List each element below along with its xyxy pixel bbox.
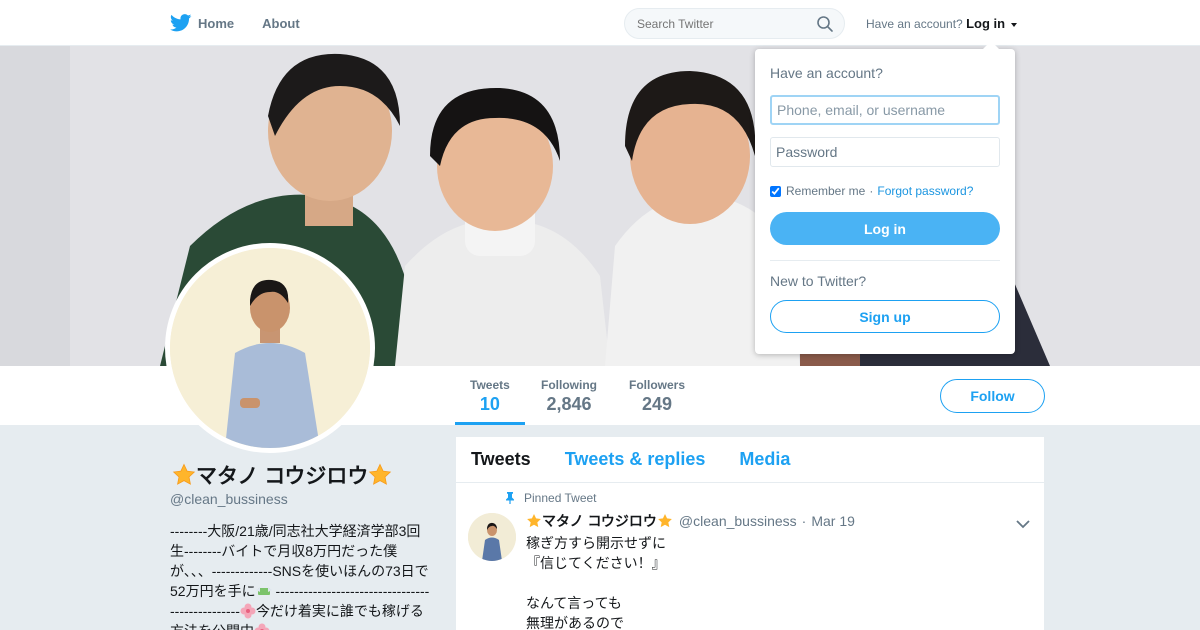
search-icon[interactable] <box>816 15 834 33</box>
tweet-handle[interactable]: @clean_bussiness <box>679 513 797 529</box>
stat-following[interactable]: Following 2,846 <box>541 378 597 415</box>
stat-tweets[interactable]: Tweets 10 <box>455 378 525 425</box>
money-wings-emoji-icon <box>255 587 272 595</box>
caret-down-icon[interactable] <box>1011 22 1018 27</box>
divider <box>770 260 1000 261</box>
remember-separator: · <box>869 184 874 198</box>
star-emoji-icon <box>658 514 672 528</box>
profile-name-text: マタノ コウジロウ <box>196 465 369 488</box>
pinned-indicator: Pinned Tweet <box>504 491 597 505</box>
nav-left: Home About <box>170 0 328 46</box>
chevron-down-icon[interactable] <box>1016 519 1030 529</box>
have-account-label: Have an account? <box>866 17 963 31</box>
password-field[interactable] <box>770 137 1000 167</box>
pin-icon <box>506 492 514 504</box>
star-emoji-icon <box>527 514 541 528</box>
profile-name[interactable]: マタノ コウジロウ <box>172 460 392 490</box>
stat-value: 249 <box>641 394 673 414</box>
twitter-bird-icon <box>170 14 192 32</box>
login-button[interactable]: Log in <box>770 212 1000 245</box>
star-emoji-icon <box>369 463 392 485</box>
profile-handle[interactable]: @clean_bussiness <box>170 491 288 507</box>
login-dropdown-toggle[interactable]: Have an account? Log in <box>866 16 1018 31</box>
stat-value: 10 <box>479 394 500 414</box>
top-navigation-bar: Home About Have an account? Log in <box>0 0 1200 46</box>
tweet-date[interactable]: Mar 19 <box>811 513 855 529</box>
tweet-author[interactable]: マタノ コウジロウ <box>526 511 673 531</box>
tweet-text: 稼ぎ方すら開示せずに 『信じてください！』 なんて言っても 無理があるので <box>526 535 666 630</box>
forgot-password-link[interactable]: Forgot password? <box>877 184 973 198</box>
star-emoji-icon <box>172 463 196 485</box>
search-box <box>624 8 845 39</box>
username-field[interactable] <box>770 95 1000 125</box>
home-label: Home <box>198 15 235 31</box>
timeline-tabs: Tweets Tweets & replies Media <box>456 437 1044 483</box>
tweet-author-name: マタノ コウジロウ <box>542 513 657 529</box>
tweet-avatar-photo <box>468 513 516 561</box>
flower-emoji-icon <box>254 623 270 630</box>
avatar[interactable] <box>165 243 375 453</box>
flower-emoji-icon <box>240 603 256 619</box>
new-to-twitter-label: New to Twitter? <box>770 273 867 289</box>
stat-followers[interactable]: Followers 249 <box>629 378 685 415</box>
pinned-label: Pinned Tweet <box>524 491 597 505</box>
dropdown-title: Have an account? <box>770 65 883 81</box>
follow-button[interactable]: Follow <box>940 379 1045 413</box>
remember-me-checkbox[interactable] <box>770 185 781 197</box>
home-link[interactable]: Home <box>170 14 234 32</box>
stat-label: Following <box>541 378 597 392</box>
tweet-header: マタノ コウジロウ @clean_bussiness · Mar 19 <box>526 511 855 531</box>
tweet-avatar[interactable] <box>468 513 516 561</box>
tweet-dot: · <box>801 513 807 529</box>
signup-button[interactable]: Sign up <box>770 300 1000 333</box>
tab-media[interactable]: Media <box>739 449 790 470</box>
login-dropdown: Have an account? Remember me · Forgot pa… <box>755 41 1015 354</box>
about-link[interactable]: About <box>262 16 300 31</box>
tab-tweets[interactable]: Tweets <box>471 449 531 470</box>
remember-row: Remember me · Forgot password? <box>770 184 973 198</box>
stat-label: Tweets <box>470 378 510 392</box>
stat-value: 2,846 <box>546 394 592 414</box>
tab-tweets-and-replies[interactable]: Tweets & replies <box>565 449 706 470</box>
profile-bio: --------大阪/21歳/同志社大学経済学部3回生--------バイトで月… <box>170 521 432 630</box>
avatar-photo <box>170 248 370 448</box>
stat-label: Followers <box>629 378 686 392</box>
timeline: Tweets Tweets & replies Media Pinned Twe… <box>456 437 1044 630</box>
pinned-tweet[interactable]: Pinned Tweet マタノ コウジロウ @clean_bussiness … <box>456 483 1044 630</box>
login-label[interactable]: Log in <box>966 16 1005 31</box>
remember-me-label[interactable]: Remember me <box>786 184 865 198</box>
search-input[interactable] <box>637 16 807 31</box>
